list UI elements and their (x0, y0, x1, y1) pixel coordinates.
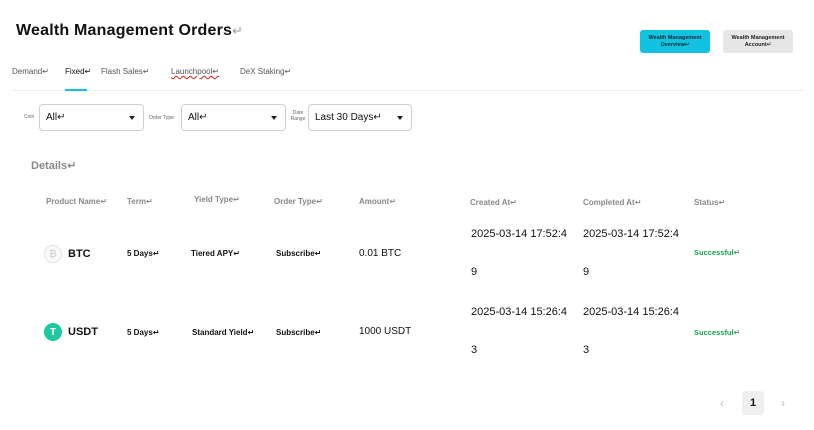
column-header-created-at: Created At↵ (470, 198, 517, 207)
pagination-prev-button[interactable]: ‹ (715, 391, 729, 415)
status-badge: Successful↵ (694, 248, 740, 257)
order-type-cell: Subscribe↵ (276, 328, 322, 337)
completed-at-cell: 2025-03-14 17:52:49 (583, 228, 680, 278)
yield-type-cell: Tiered APY↵ (191, 249, 240, 258)
column-header-yield-type: Yield Type↵ (194, 195, 240, 204)
order-type-select-value: All↵ (188, 112, 208, 123)
status-badge: Successful↵ (694, 328, 740, 337)
active-tab-indicator (65, 89, 87, 91)
date-range-select[interactable]: Last 30 Days↵ (308, 104, 412, 131)
column-header-amount: Amount↵ (359, 197, 396, 206)
column-header-status: Status↵ (694, 198, 726, 207)
created-at-cell: 2025-03-14 15:26:43 (471, 306, 568, 356)
column-header-product-name: Product Name↵ (46, 197, 107, 206)
product-name-cell: ₿ BTC (44, 245, 91, 263)
amount-cell: 1000 USDT (359, 326, 412, 337)
created-at-cell: 2025-03-14 17:52:49 (471, 228, 568, 278)
amount-cell: 0.01 BTC (359, 248, 402, 259)
column-header-completed-at: Completed At↵ (583, 198, 642, 207)
completed-at-cell: 2025-03-14 15:26:43 (583, 306, 680, 356)
bitcoin-icon: ₿ (44, 245, 62, 263)
page-title: Wealth Management Orders↵ (16, 22, 243, 40)
caret-down-icon (129, 116, 135, 120)
tab-demand[interactable]: Demand↵ (12, 67, 49, 76)
term-cell: 5 Days↵ (127, 249, 160, 258)
wealth-management-account-button[interactable]: Wealth Management Account↵ (723, 30, 793, 53)
yield-type-cell: Standard Yield↵ (192, 328, 255, 337)
order-type-filter-label: Order Type (149, 115, 174, 121)
coin-filter-label: Coin (24, 114, 35, 120)
caret-down-icon (397, 116, 403, 120)
tab-dex-staking[interactable]: DeX Staking↵ (240, 67, 291, 76)
details-title: Details↵ (31, 160, 77, 172)
date-range-select-value: Last 30 Days↵ (315, 112, 382, 123)
pagination-page-1[interactable]: 1 (742, 391, 764, 415)
return-mark: ↵ (232, 23, 244, 38)
date-range-filter-label: Date Range (290, 110, 306, 122)
order-type-select[interactable]: All↵ (181, 104, 286, 131)
tab-fixed[interactable]: Fixed↵ (65, 67, 91, 76)
tab-flash-sales[interactable]: Flash Sales↵ (101, 67, 150, 76)
order-type-tabs: Demand↵ Fixed↵ Flash Sales↵ Launchpool↵ … (12, 65, 804, 91)
pagination-next-button[interactable]: › (776, 391, 790, 415)
wealth-management-overview-button[interactable]: Wealth Management Overview↵ (640, 30, 710, 53)
caret-down-icon (271, 116, 277, 120)
page-title-text: Wealth Management Orders (16, 22, 233, 39)
term-cell: 5 Days↵ (127, 328, 160, 337)
product-name-text: BTC (68, 248, 91, 260)
tether-icon: T (44, 323, 62, 341)
coin-select-value: All↵ (46, 112, 66, 123)
product-name-text: USDT (68, 326, 98, 338)
column-header-order-type: Order Type↵ (274, 197, 323, 206)
coin-select[interactable]: All↵ (39, 104, 144, 131)
tab-launchpool[interactable]: Launchpool↵ (171, 67, 219, 76)
order-type-cell: Subscribe↵ (276, 249, 322, 258)
column-header-term: Term↵ (127, 197, 153, 206)
product-name-cell: T USDT (44, 323, 98, 341)
